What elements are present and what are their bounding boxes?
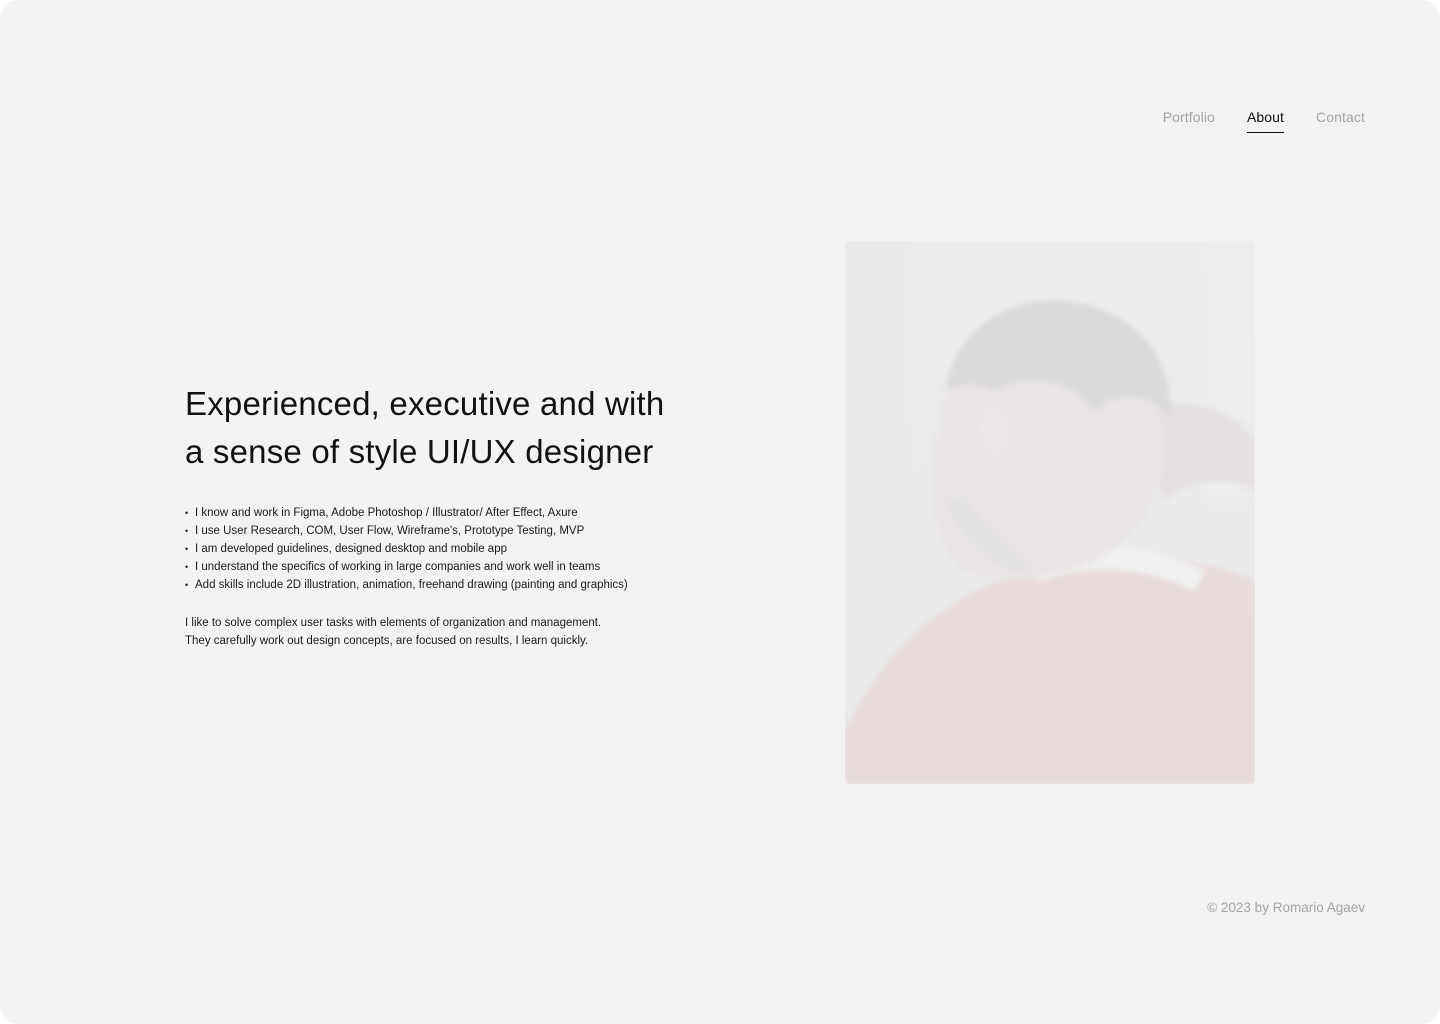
headline-line-1: Experienced, executive and with bbox=[185, 385, 665, 422]
skill-item: Add skills include 2D illustration, anim… bbox=[185, 576, 705, 594]
skills-list: I know and work in Figma, Adobe Photosho… bbox=[185, 504, 705, 594]
nav-contact[interactable]: Contact bbox=[1316, 108, 1365, 132]
skill-item: I understand the specifics of working in… bbox=[185, 558, 705, 576]
about-paragraph: I like to solve complex user tasks with … bbox=[185, 614, 705, 650]
about-content: Experienced, executive and with a sense … bbox=[185, 380, 705, 650]
about-line-2: They carefully work out design concepts,… bbox=[185, 635, 589, 647]
top-nav: Portfolio About Contact bbox=[1163, 108, 1365, 133]
headline-line-2: a sense of style UI/UX designer bbox=[185, 433, 654, 470]
about-line-1: I like to solve complex user tasks with … bbox=[185, 617, 602, 629]
portrait-photo bbox=[845, 241, 1255, 784]
nav-portfolio[interactable]: Portfolio bbox=[1163, 108, 1215, 132]
skill-item: I use User Research, COM, User Flow, Wir… bbox=[185, 522, 705, 540]
about-page: Portfolio About Contact Experienced, exe… bbox=[0, 0, 1440, 1024]
skill-item: I know and work in Figma, Adobe Photosho… bbox=[185, 504, 705, 522]
skill-item: I am developed guidelines, designed desk… bbox=[185, 540, 705, 558]
page-headline: Experienced, executive and with a sense … bbox=[185, 380, 705, 476]
nav-about[interactable]: About bbox=[1246, 108, 1285, 133]
portrait-illustration bbox=[845, 241, 1255, 784]
footer-copyright: © 2023 by Romario Agaev bbox=[1207, 900, 1365, 915]
